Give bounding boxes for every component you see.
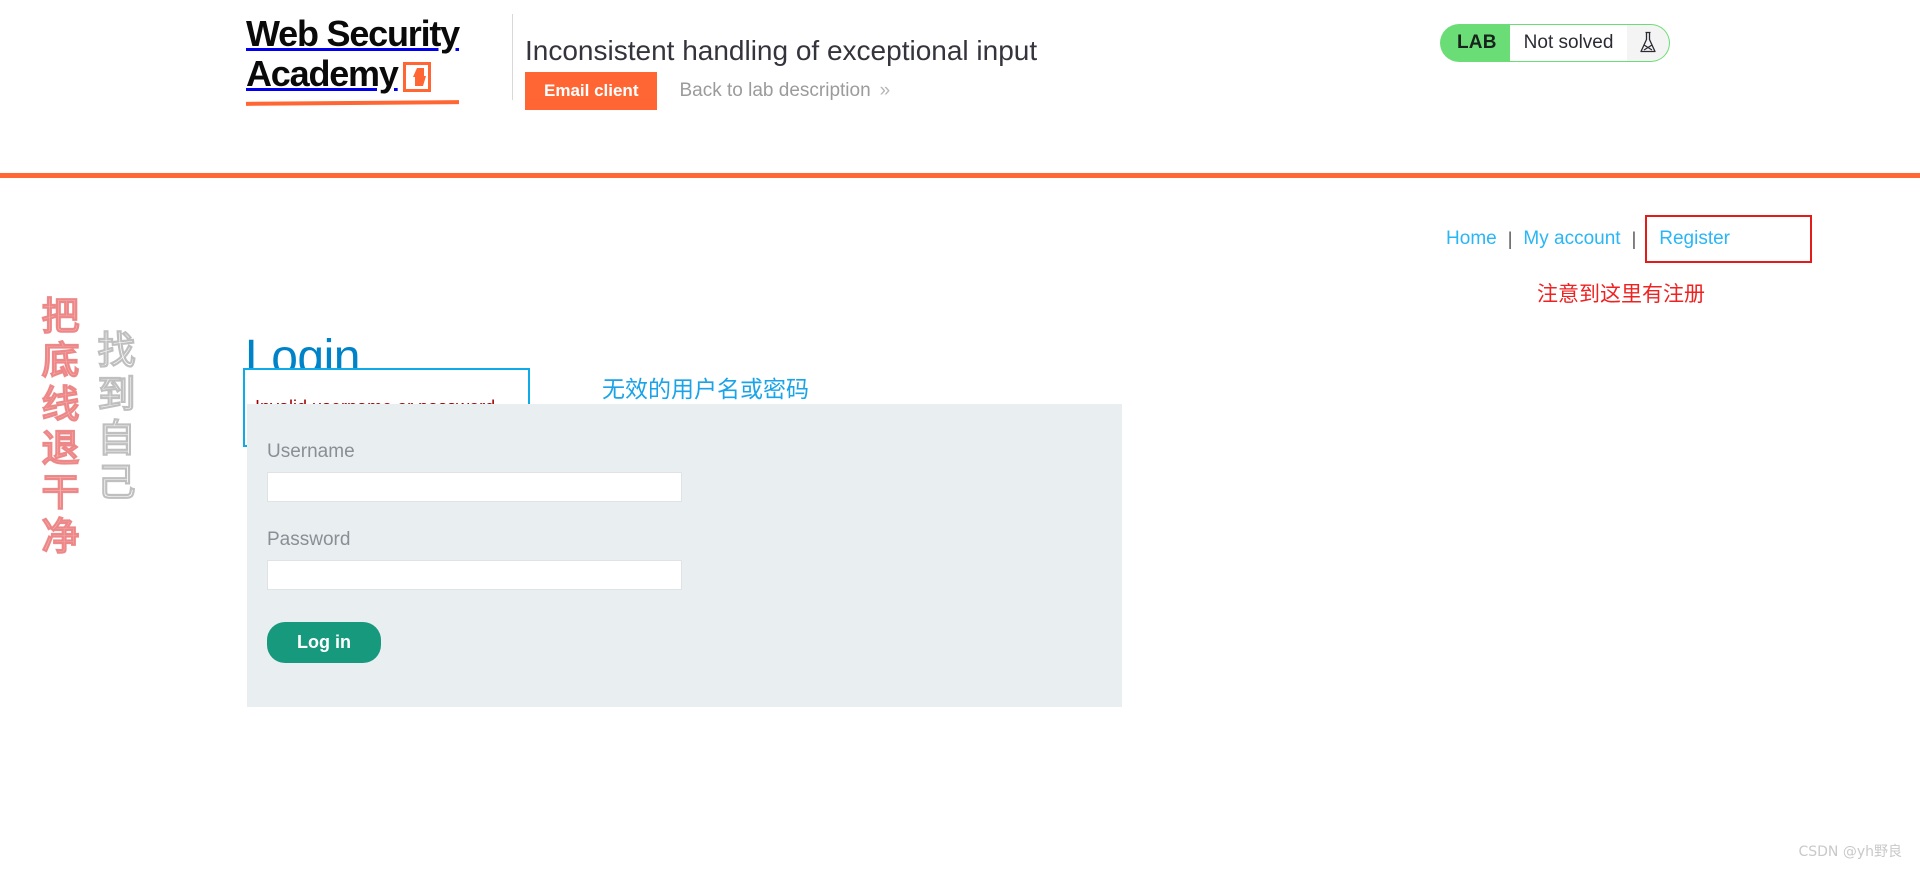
lab-status-tag: LAB [1457, 32, 1497, 53]
chevron-double-right-icon: » [879, 80, 891, 101]
site-navigation: Home | My account | Register [1446, 215, 1812, 263]
logo-line-one: Web Security [246, 13, 460, 54]
back-link-label: Back to lab description [679, 80, 871, 101]
field-spacer [267, 502, 1122, 528]
lab-title: Inconsistent handling of exceptional inp… [525, 34, 1038, 66]
username-label: Username [267, 441, 355, 462]
logo-line-two-text: Academy [246, 53, 399, 94]
annotation-error-note: 无效的用户名或密码 [602, 377, 809, 403]
nav-link-home[interactable]: Home [1446, 228, 1497, 250]
annotation-register-note: 注意到这里有注册 [1537, 282, 1705, 306]
lab-status-widget[interactable]: LAB Not solved [1441, 25, 1670, 61]
nav-link-register[interactable]: Register [1659, 228, 1730, 249]
nav-separator: | [1507, 228, 1513, 249]
watermark-vertical-gray: 找到自己 [91, 330, 136, 507]
register-highlight-box: Register [1645, 215, 1812, 263]
logo-divider [512, 14, 513, 100]
flask-icon[interactable] [1627, 25, 1670, 61]
web-security-academy-logo[interactable]: Web Security Academy [246, 14, 504, 98]
password-input[interactable] [267, 560, 682, 590]
login-submit-button[interactable]: Log in [267, 622, 381, 663]
lab-actions: Email client Back to lab description » [525, 72, 890, 110]
password-label: Password [267, 529, 351, 550]
lab-header-inner: Web Security Academy Inconsistent handli… [0, 0, 1920, 145]
lab-status-text: Not solved [1509, 25, 1628, 61]
header-orange-divider [0, 173, 1920, 178]
watermark-csdn: CSDN @yh野良 [1798, 844, 1902, 860]
logo-line-two: Academy [246, 54, 504, 94]
watermark-vertical-red: 把底线退干净 [35, 296, 80, 561]
back-to-lab-description-link[interactable]: Back to lab description » [679, 80, 890, 102]
lightning-bolt-icon [402, 62, 431, 92]
login-form: Username Password Log in [247, 404, 1122, 707]
logo-underline [245, 100, 460, 106]
username-input[interactable] [267, 472, 682, 502]
lab-header: Web Security Academy Inconsistent handli… [0, 0, 1920, 178]
nav-separator: | [1631, 228, 1637, 249]
email-client-button[interactable]: Email client [525, 72, 658, 110]
nav-link-my-account[interactable]: My account [1523, 228, 1620, 250]
